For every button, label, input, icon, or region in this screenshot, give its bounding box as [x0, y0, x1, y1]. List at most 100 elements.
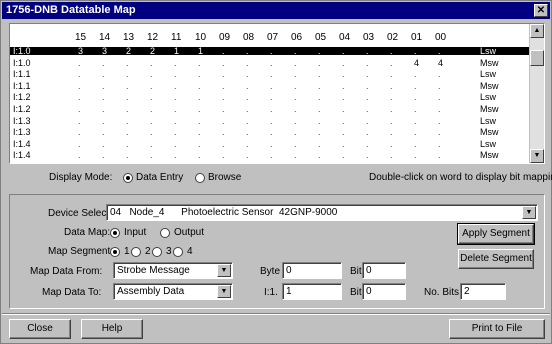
bit-cell-empty[interactable]: . [150, 128, 153, 137]
print-to-file-button[interactable]: Print to File [449, 319, 545, 339]
bit-cell-empty[interactable]: . [246, 151, 249, 160]
num-bits-input[interactable]: 2 [460, 283, 506, 300]
segment-4-radio[interactable] [173, 247, 183, 257]
bit-cell-empty[interactable]: . [174, 81, 177, 90]
bit-cell-empty[interactable]: . [78, 93, 81, 102]
bit-cell-empty[interactable]: . [126, 58, 129, 67]
close-button[interactable]: Close [9, 319, 71, 339]
bit-cell-empty[interactable]: . [150, 93, 153, 102]
map-from-dropdown[interactable]: Strobe Message ▼ [113, 262, 233, 279]
chevron-down-icon[interactable]: ▼ [217, 264, 231, 277]
bit-cell-empty[interactable]: . [414, 105, 417, 114]
bit-cell-empty[interactable]: . [102, 58, 105, 67]
output-label[interactable]: Output [174, 227, 204, 238]
output-radio[interactable] [160, 228, 170, 238]
vertical-scrollbar[interactable]: ▲ ▼ [529, 24, 544, 163]
bit-cell-value[interactable]: 3 [102, 47, 107, 56]
bit-cell-empty[interactable]: . [198, 151, 201, 160]
bit-cell-empty[interactable]: . [78, 58, 81, 67]
bit-cell-empty[interactable]: . [270, 81, 273, 90]
segment-1-label[interactable]: 1 [124, 246, 130, 257]
bit-cell-value[interactable]: 4 [438, 58, 443, 67]
bit-cell-empty[interactable]: . [342, 128, 345, 137]
bit-cell-empty[interactable]: . [246, 47, 249, 56]
bit-cell-empty[interactable]: . [294, 47, 297, 56]
bit-cell-empty[interactable]: . [438, 116, 441, 125]
bit-cell-empty[interactable]: . [366, 128, 369, 137]
bit-cell-empty[interactable]: . [414, 47, 417, 56]
bit-cell-empty[interactable]: . [390, 139, 393, 148]
bit-cell-empty[interactable]: . [438, 139, 441, 148]
bit-cell-empty[interactable]: . [366, 105, 369, 114]
bit-cell-empty[interactable]: . [198, 128, 201, 137]
bit-cell-empty[interactable]: . [102, 81, 105, 90]
bit-cell-empty[interactable]: . [78, 128, 81, 137]
bit-cell-empty[interactable]: . [366, 47, 369, 56]
i1-word-input[interactable]: 1 [282, 283, 342, 300]
bit-cell-empty[interactable]: . [150, 116, 153, 125]
bit-cell-empty[interactable]: . [246, 128, 249, 137]
bit-cell-empty[interactable]: . [294, 128, 297, 137]
bit-cell-empty[interactable]: . [150, 105, 153, 114]
bit-cell-empty[interactable]: . [342, 93, 345, 102]
segment-3-label[interactable]: 3 [166, 246, 172, 257]
table-row[interactable]: I:1.2................ Lsw [10, 93, 530, 102]
bit-cell-empty[interactable]: . [270, 151, 273, 160]
bit-cell-empty[interactable]: . [390, 93, 393, 102]
bit-cell-value[interactable]: 1 [174, 47, 179, 56]
bit-cell-empty[interactable]: . [294, 58, 297, 67]
bit-cell-empty[interactable]: . [222, 151, 225, 160]
data-entry-label[interactable]: Data Entry [136, 172, 183, 183]
bit-cell-empty[interactable]: . [318, 58, 321, 67]
bit-cell-empty[interactable]: . [222, 93, 225, 102]
bit-cell-empty[interactable]: . [318, 70, 321, 79]
segment-2-label[interactable]: 2 [145, 246, 151, 257]
bit-cell-empty[interactable]: . [318, 139, 321, 148]
bit-cell-empty[interactable]: . [126, 116, 129, 125]
segment-4-label[interactable]: 4 [187, 246, 193, 257]
bit-cell-empty[interactable]: . [438, 81, 441, 90]
bit-cell-empty[interactable]: . [438, 93, 441, 102]
bit-cell-empty[interactable]: . [246, 105, 249, 114]
bit-cell-empty[interactable]: . [390, 47, 393, 56]
bit-cell-empty[interactable]: . [366, 116, 369, 125]
bit-cell-empty[interactable]: . [246, 116, 249, 125]
bit-cell-empty[interactable]: . [390, 58, 393, 67]
bit-cell-empty[interactable]: . [438, 105, 441, 114]
bit-cell-empty[interactable]: . [366, 58, 369, 67]
bit-cell-empty[interactable]: . [318, 105, 321, 114]
bit-cell-empty[interactable]: . [414, 116, 417, 125]
bit-cell-empty[interactable]: . [270, 70, 273, 79]
bit-from-input[interactable]: 0 [362, 262, 406, 279]
bit-cell-value[interactable]: 2 [126, 47, 131, 56]
data-entry-radio[interactable] [123, 173, 133, 183]
scroll-up-arrow-icon[interactable]: ▲ [530, 24, 544, 38]
bit-cell-empty[interactable]: . [438, 70, 441, 79]
byte-input[interactable]: 0 [282, 262, 342, 279]
bit-cell-empty[interactable]: . [366, 93, 369, 102]
bit-cell-empty[interactable]: . [246, 58, 249, 67]
bit-cell-empty[interactable]: . [102, 139, 105, 148]
bit-cell-empty[interactable]: . [294, 105, 297, 114]
bit-cell-empty[interactable]: . [198, 58, 201, 67]
bit-cell-empty[interactable]: . [198, 105, 201, 114]
table-row[interactable]: I:1.0.............. 4 4 Msw [10, 58, 530, 67]
bit-cell-empty[interactable]: . [414, 128, 417, 137]
close-window-button[interactable]: ✕ [534, 4, 548, 17]
bit-cell-empty[interactable]: . [318, 116, 321, 125]
bit-cell-empty[interactable]: . [102, 105, 105, 114]
bit-cell-empty[interactable]: . [318, 47, 321, 56]
bit-cell-empty[interactable]: . [414, 151, 417, 160]
bit-cell-empty[interactable]: . [294, 139, 297, 148]
bit-cell-value[interactable]: 2 [150, 47, 155, 56]
bit-cell-empty[interactable]: . [366, 70, 369, 79]
bit-cell-empty[interactable]: . [270, 105, 273, 114]
bit-cell-empty[interactable]: . [342, 81, 345, 90]
bit-cell-empty[interactable]: . [126, 139, 129, 148]
bit-cell-empty[interactable]: . [198, 139, 201, 148]
bit-cell-empty[interactable]: . [174, 93, 177, 102]
table-row[interactable]: I:1.3................ Lsw [10, 116, 530, 125]
bit-cell-empty[interactable]: . [342, 105, 345, 114]
bit-cell-empty[interactable]: . [222, 81, 225, 90]
bit-cell-empty[interactable]: . [294, 70, 297, 79]
